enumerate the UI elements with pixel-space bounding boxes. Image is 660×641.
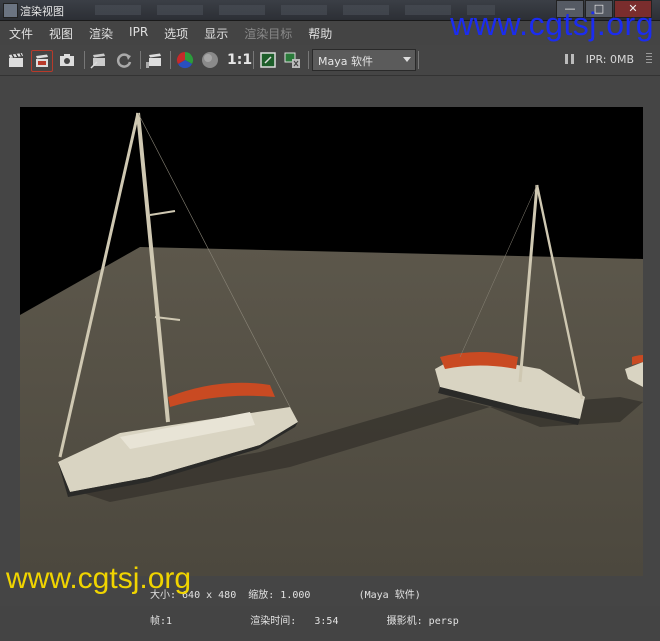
menu-render-target: 渲染目标: [244, 27, 293, 41]
renderer-select-value: Maya 软件: [318, 55, 373, 68]
menu-ipr[interactable]: IPR: [120, 23, 155, 43]
ipr-memory-status: IPR: 0MB: [585, 53, 634, 66]
chevron-down-icon: [403, 57, 411, 62]
watermark-bottom: www.cgtsj.org: [6, 562, 192, 595]
menu-display[interactable]: 显示: [195, 23, 235, 43]
toolbar: 1:1 Maya 软件 IPR: 0MB: [0, 45, 660, 76]
render-sequence-icon[interactable]: [145, 50, 165, 70]
background-window-tabs: [95, 5, 495, 15]
render-stats-time: 帧:1 渲染时间: 3:54 摄影机: persp: [150, 616, 459, 627]
rgb-channels-icon[interactable]: [175, 50, 195, 70]
render-stats: 大小: 640 x 480 缩放: 1.000 (Maya 软件) 帧:1 渲染…: [150, 576, 459, 641]
ratio-1to1-button[interactable]: 1:1: [227, 52, 252, 68]
pause-icon[interactable]: [565, 54, 574, 64]
refresh-icon[interactable]: [114, 50, 134, 70]
menu-render[interactable]: 渲染: [80, 23, 120, 43]
ipr-render-icon[interactable]: [31, 50, 53, 72]
render-region-icon[interactable]: [89, 50, 109, 70]
clapboard-render-icon[interactable]: [6, 50, 26, 70]
menu-bar: 文件 视图 渲染 IPR 选项 显示 渲染目标 帮助: [0, 23, 660, 43]
window-title: 渲染视图: [20, 5, 64, 18]
snapshot-camera-icon[interactable]: [57, 50, 77, 70]
menu-file[interactable]: 文件: [0, 23, 40, 43]
remove-image-icon[interactable]: [283, 50, 303, 70]
render-stats-size: 大小: 640 x 480 缩放: 1.000 (Maya 软件): [150, 590, 421, 601]
renderer-select[interactable]: Maya 软件: [312, 49, 416, 71]
rendered-image: [20, 107, 643, 576]
app-icon: [3, 3, 18, 18]
keep-image-icon[interactable]: [258, 50, 278, 70]
menu-view[interactable]: 视图: [40, 23, 80, 43]
menu-help[interactable]: 帮助: [299, 23, 339, 43]
toolbar-grip: [646, 53, 652, 65]
alpha-channel-icon[interactable]: [200, 50, 220, 70]
menu-options[interactable]: 选项: [155, 23, 195, 43]
